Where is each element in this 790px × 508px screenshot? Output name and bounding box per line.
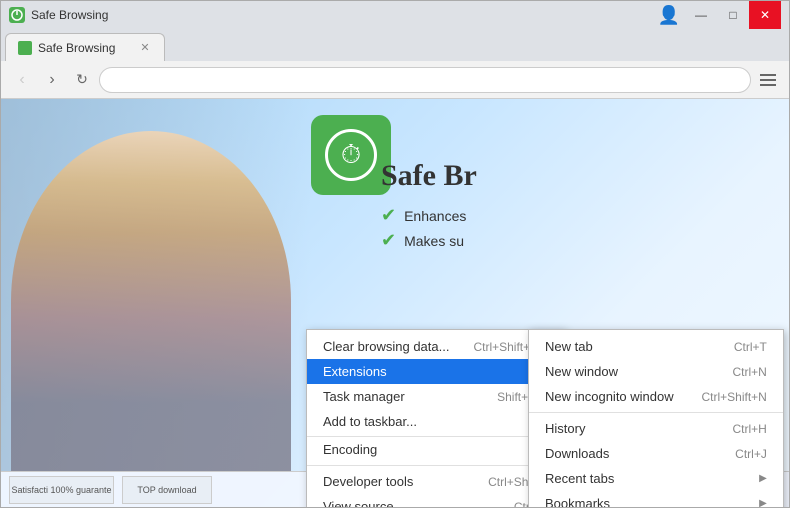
divider-dev (307, 465, 564, 466)
title-bar: Safe Browsing 👤 — □ ✕ (1, 1, 789, 29)
menu-item-dev-tools[interactable]: Developer tools Ctrl+Shift+I (307, 469, 564, 494)
menu-item-clear-browsing[interactable]: Clear browsing data... Ctrl+Shift+Del (307, 334, 564, 359)
page-content: ⏱ Safe Br ✔ Enhances ✔ Makes su Satisfac… (1, 99, 789, 507)
logo-timer-icon: ⏱ (325, 129, 377, 181)
close-btn[interactable]: ✕ (749, 1, 781, 29)
tab-close-icon[interactable]: ✕ (138, 41, 152, 55)
thumbnail-1: Satisfacti 100% guarante (9, 476, 114, 504)
menu-item-task-manager[interactable]: Task manager Shift+Esc (307, 384, 564, 409)
window-controls: 👤 — □ ✕ (653, 1, 781, 29)
minimize-btn[interactable]: — (685, 1, 717, 29)
menu-item-incognito[interactable]: New incognito window Ctrl+Shift+N (529, 384, 783, 409)
hamburger-line-2 (760, 79, 776, 81)
address-bar[interactable] (99, 67, 751, 93)
nav-bar: ‹ › ↻ (1, 61, 789, 99)
user-icon-btn[interactable]: 👤 (653, 1, 685, 29)
menu-item-downloads[interactable]: Downloads Ctrl+J (529, 441, 783, 466)
feature-item-2: ✔ Makes su (381, 230, 477, 251)
feature-text-2: Makes su (404, 233, 464, 249)
active-tab[interactable]: Safe Browsing ✕ (5, 33, 165, 61)
menu-item-bookmarks[interactable]: Bookmarks ▶ (529, 491, 783, 507)
back-button[interactable]: ‹ (9, 67, 35, 93)
check-icon-1: ✔ (381, 205, 396, 226)
browser-title: Safe Browsing (31, 8, 108, 22)
main-chrome-menu: New tab Ctrl+T New window Ctrl+N New inc… (528, 329, 784, 507)
hamburger-line-1 (760, 74, 776, 76)
menu-item-add-taskbar[interactable]: Add to taskbar... (307, 409, 564, 434)
menu-button[interactable] (755, 67, 781, 93)
tab-favicon (18, 41, 32, 55)
site-title-area: Safe Br ✔ Enhances ✔ Makes su (381, 159, 477, 251)
site-logo: ⏱ (311, 115, 391, 195)
tab-bar: Safe Browsing ✕ (1, 29, 789, 61)
check-icon-2: ✔ (381, 230, 396, 251)
maximize-btn[interactable]: □ (717, 1, 749, 29)
thumbnail-2: TOP download (122, 476, 212, 504)
browser-window: Safe Browsing 👤 — □ ✕ Safe Browsing ✕ ‹ … (0, 0, 790, 508)
tab-title: Safe Browsing (38, 41, 115, 55)
forward-button[interactable]: › (39, 67, 65, 93)
divider-1 (529, 412, 783, 413)
context-menu-more-tools: Clear browsing data... Ctrl+Shift+Del Ex… (306, 329, 565, 507)
feature-text-1: Enhances (404, 208, 466, 224)
refresh-button[interactable]: ↻ (69, 67, 95, 93)
hamburger-line-3 (760, 84, 776, 86)
features-list: ✔ Enhances ✔ Makes su (381, 205, 477, 251)
menu-item-extensions[interactable]: Extensions (307, 359, 564, 384)
site-header: ⏱ (311, 115, 391, 195)
woman-image (1, 99, 311, 471)
menu-item-new-tab[interactable]: New tab Ctrl+T (529, 334, 783, 359)
feature-item-1: ✔ Enhances (381, 205, 477, 226)
menu-item-encoding[interactable]: Encoding ▶ (307, 436, 564, 462)
woman-figure (11, 131, 291, 471)
menu-item-recent-tabs[interactable]: Recent tabs ▶ (529, 466, 783, 491)
menu-item-new-window[interactable]: New window Ctrl+N (529, 359, 783, 384)
menu-item-history[interactable]: History Ctrl+H (529, 416, 783, 441)
site-title: Safe Br (381, 159, 477, 193)
browser-favicon (9, 7, 25, 23)
menu-item-view-source[interactable]: View source Ctrl+U (307, 494, 564, 507)
